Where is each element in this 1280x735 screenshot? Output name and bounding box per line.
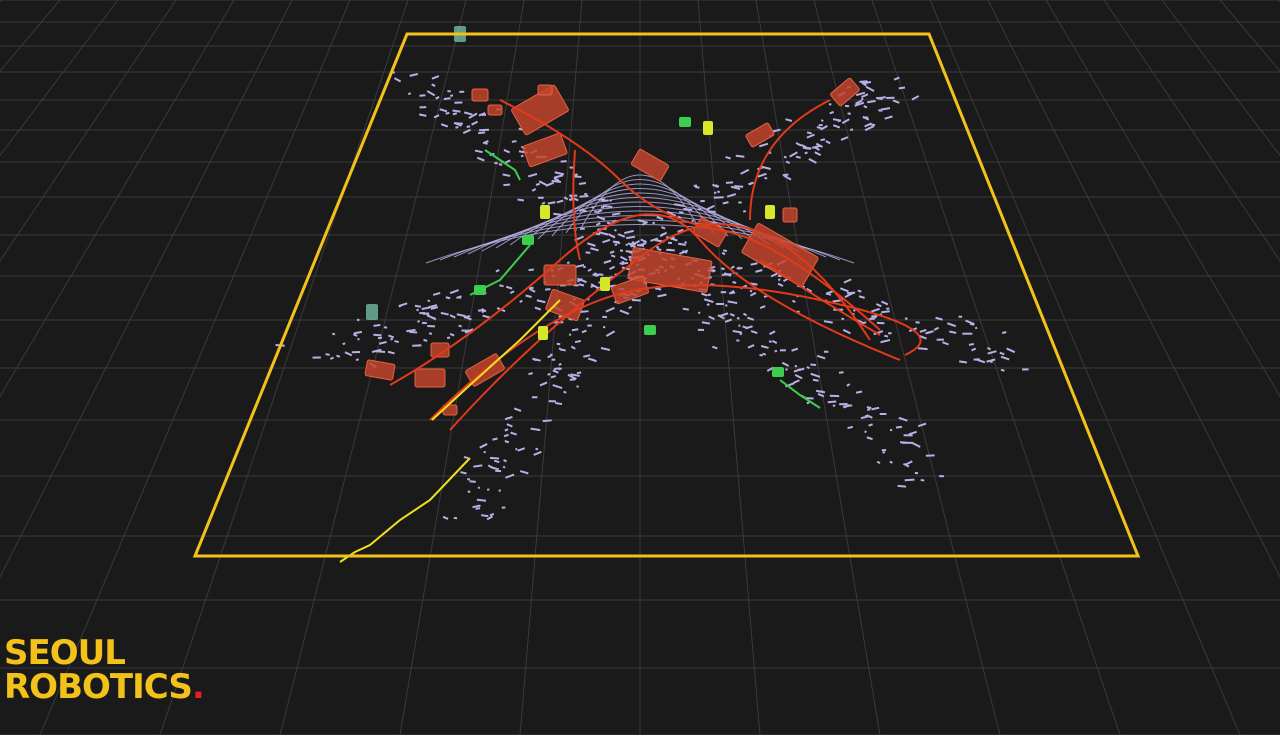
- lidar-point: [886, 307, 890, 310]
- lidar-point: [467, 478, 471, 481]
- lidar-point: [533, 358, 538, 361]
- tracked-vehicle-box: [487, 104, 503, 116]
- lidar-point: [738, 324, 741, 327]
- lidar-point: [738, 201, 742, 204]
- lidar-point: [832, 404, 836, 407]
- logo-line-1: SEOUL: [4, 633, 126, 673]
- tracked-cyclist-box: [644, 325, 656, 335]
- lidar-point: [736, 339, 740, 342]
- lidar-point: [447, 90, 451, 93]
- tracked-pedestrian-box: [600, 277, 610, 291]
- lidar-point: [383, 326, 388, 329]
- tracked-pedestrian-box: [540, 205, 550, 219]
- lidar-point: [886, 96, 895, 99]
- lidar-point: [939, 475, 944, 478]
- lidar-point: [847, 112, 851, 115]
- lidar-point: [427, 299, 430, 302]
- lidar-point: [717, 190, 720, 194]
- lidar-point: [568, 333, 572, 336]
- lidar-point: [962, 332, 973, 335]
- lidar-point: [498, 489, 502, 492]
- lidar-point: [823, 350, 829, 353]
- lidar-point: [551, 358, 556, 361]
- lidar-point: [351, 351, 361, 354]
- lidar-point: [817, 390, 823, 393]
- lidar-point: [881, 448, 887, 452]
- lidar-point: [587, 324, 592, 327]
- lidar-point: [720, 291, 727, 294]
- lidar-point: [902, 441, 913, 444]
- lidar-point: [377, 336, 383, 340]
- lidar-point: [936, 338, 944, 341]
- tracked-vehicle-box: [543, 264, 577, 286]
- lidar-point: [759, 354, 763, 357]
- lidar-point: [427, 325, 436, 328]
- lidar-point: [584, 193, 588, 196]
- lidar-point: [878, 109, 883, 112]
- lidar-point: [780, 349, 786, 352]
- logo-dot: .: [191, 667, 205, 707]
- lidar-point: [494, 162, 498, 165]
- lidar-point: [594, 210, 597, 213]
- tracked-pedestrian-box: [538, 326, 548, 340]
- lidar-point: [715, 303, 725, 305]
- lidar-point: [312, 356, 321, 359]
- lidar-point: [643, 240, 646, 243]
- lidar-point: [501, 506, 506, 509]
- lidar-point: [453, 516, 458, 520]
- lidar-point: [889, 428, 893, 432]
- lidar-point: [925, 454, 935, 457]
- lidar-point: [697, 328, 705, 332]
- lidar-point: [419, 311, 426, 315]
- lidar-point: [487, 488, 490, 491]
- tracked-pedestrian-box: [703, 121, 713, 135]
- lidar-point: [614, 243, 618, 246]
- lidar-point: [871, 317, 875, 320]
- logo-word-robotics: ROBOTICS: [4, 667, 193, 707]
- lidar-point: [828, 103, 832, 106]
- static-object-box: [366, 304, 378, 320]
- lidar-3d-viewport[interactable]: [0, 0, 1280, 735]
- lidar-point: [829, 394, 840, 398]
- lidar-point: [459, 90, 465, 93]
- logo-line-2: ROBOTICS.: [4, 667, 205, 707]
- lidar-point: [421, 321, 427, 325]
- lidar-point: [454, 101, 463, 104]
- tracked-cyclist-box: [772, 367, 784, 377]
- tracked-vehicle-box: [414, 368, 446, 388]
- lidar-point: [531, 396, 538, 399]
- tracked-vehicle-box: [537, 84, 553, 96]
- lidar-point: [583, 265, 586, 269]
- lidar-point: [537, 196, 544, 199]
- lidar-point: [958, 315, 963, 318]
- lidar-point: [914, 472, 919, 475]
- tracked-vehicle-box: [471, 88, 489, 102]
- lidar-point: [839, 403, 848, 406]
- lidar-point: [838, 371, 844, 374]
- lidar-point: [1022, 368, 1029, 371]
- seoul-robotics-logo: SEOUL ROBOTICS.: [4, 633, 205, 707]
- tracked-vehicle-box: [782, 207, 798, 223]
- lidar-point: [483, 451, 486, 454]
- lidar-point: [357, 338, 360, 341]
- tracked-cyclist-box: [522, 235, 534, 245]
- lidar-point: [700, 199, 705, 203]
- lidar-point: [548, 400, 556, 403]
- tracked-pedestrian-box: [765, 205, 775, 219]
- tracked-cyclist-box: [679, 117, 691, 127]
- lidar-point: [876, 321, 885, 325]
- lidar-point: [419, 94, 426, 97]
- lidar-point: [888, 332, 892, 335]
- lidar-point: [713, 196, 724, 199]
- lidar-point: [419, 106, 427, 109]
- lidar-point: [667, 241, 672, 245]
- lidar-point: [850, 128, 854, 131]
- lidar-point: [879, 413, 887, 415]
- lidar-point: [844, 104, 850, 108]
